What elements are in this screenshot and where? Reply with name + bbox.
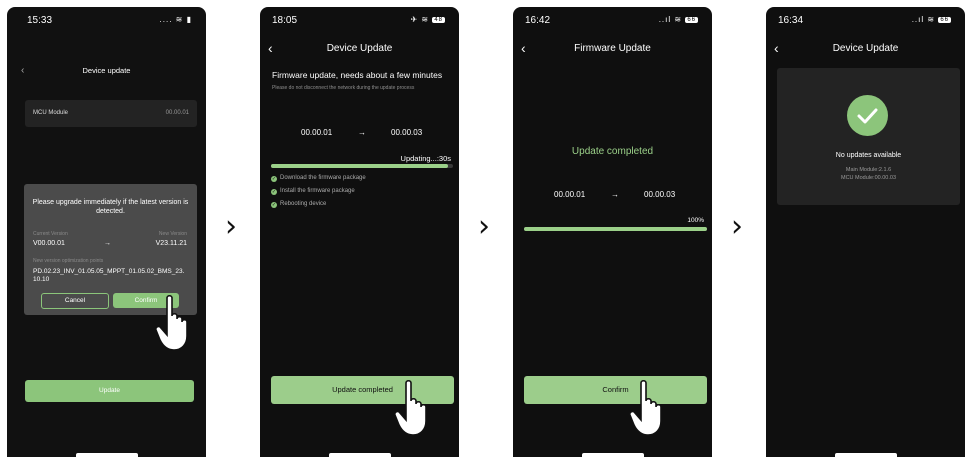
notes-label: New version optimization points xyxy=(33,258,104,264)
progress-bar xyxy=(271,164,453,168)
check-icon: ✓ xyxy=(271,202,277,208)
home-indicator xyxy=(75,453,138,457)
main-module-version: Main Module:2.1.6 xyxy=(845,167,892,173)
status-symbols: ..ıl ≋ xyxy=(658,15,683,24)
tap-hand-icon xyxy=(394,379,427,436)
status-time: 16:42 xyxy=(525,15,551,26)
check-icon: ✓ xyxy=(271,176,277,182)
cancel-button[interactable]: Cancel xyxy=(41,293,109,309)
mcu-module-label: MCU Module xyxy=(33,110,69,116)
chevron-right-icon: › xyxy=(225,209,237,244)
page-title: Firmware Update xyxy=(574,43,651,54)
check-circle-icon xyxy=(847,95,888,136)
version-arrow: → xyxy=(104,240,111,247)
home-indicator xyxy=(834,453,897,457)
progress-fill xyxy=(524,227,707,231)
home-indicator xyxy=(581,453,644,457)
progress-status: Updating...:30s xyxy=(400,154,451,163)
status-symbols: ✈ ≋ xyxy=(410,15,430,24)
progress-bar xyxy=(524,227,707,231)
home-indicator xyxy=(328,453,391,457)
status-icons: ..ıl ≋ 66 xyxy=(912,15,951,24)
to-version: 00.00.03 xyxy=(391,128,423,137)
status-icons: .... ≋ ▮ xyxy=(159,15,192,24)
screen-no-updates: 16:34 ..ıl ≋ 66 ‹ Device Update No updat… xyxy=(766,7,965,457)
progress-percent: 100% xyxy=(687,217,704,224)
mcu-module-row[interactable]: MCU Module 00.00.01 xyxy=(25,100,197,127)
mcu-module-version: 00.00.01 xyxy=(165,110,189,116)
update-status-card: No updates available Main Module:2.1.6 M… xyxy=(777,68,960,205)
dialog-title: Please upgrade immediately if the latest… xyxy=(32,199,189,215)
battery-icon: 66 xyxy=(685,17,698,23)
update-button[interactable]: Update xyxy=(25,380,194,402)
check-icon: ✓ xyxy=(271,189,277,195)
screen-update-completed: 16:42 ..ıl ≋ 66 ‹ Firmware Update Update… xyxy=(513,7,712,457)
status-symbols: ..ıl ≋ xyxy=(911,15,936,24)
version-arrow: → xyxy=(611,190,619,199)
update-completed-heading: Update completed xyxy=(571,146,654,157)
step-item: ✓ Download the firmware package xyxy=(271,175,366,182)
status-time: 18:05 xyxy=(272,15,298,26)
confirm-button[interactable]: Confirm xyxy=(524,376,707,404)
status-icons: ..ıl ≋ 66 xyxy=(659,15,698,24)
step-label: Download the firmware package xyxy=(280,175,366,181)
status-icons: ✈ ≋ 48 xyxy=(410,15,445,24)
status-time: 16:34 xyxy=(778,15,804,26)
firmware-subtext: Please do not disconnect the network dur… xyxy=(272,85,415,91)
battery-icon: 48 xyxy=(432,17,445,23)
step-label: Rebooting device xyxy=(280,201,327,207)
step-label: Install the firmware package xyxy=(280,188,355,194)
chevron-right-icon: › xyxy=(478,209,490,244)
current-version-label: Current Version xyxy=(33,231,68,237)
page-title: Device Update xyxy=(832,43,899,54)
battery-icon: 66 xyxy=(938,17,951,23)
new-version-label: New Version xyxy=(158,231,187,237)
step-item: ✓ Rebooting device xyxy=(271,201,326,208)
to-version: 00.00.03 xyxy=(644,190,676,199)
notes-text: PD.02.23_INV_01.05.05_MPPT_01.05.02_BMS_… xyxy=(33,268,185,283)
new-version-value: V23.11.21 xyxy=(155,240,187,247)
progress-fill xyxy=(271,164,448,168)
page-title: Device update xyxy=(82,66,131,75)
mcu-module-version: MCU Module:00.00.03 xyxy=(840,175,897,181)
tap-hand-icon xyxy=(155,294,188,351)
chevron-right-icon: › xyxy=(731,209,743,244)
from-version: 00.00.01 xyxy=(301,128,333,137)
no-updates-text: No updates available xyxy=(835,152,902,159)
tap-hand-icon xyxy=(629,379,662,436)
step-item: ✓ Install the firmware package xyxy=(271,188,355,195)
current-version-value: V00.00.01 xyxy=(33,240,65,247)
status-time: 15:33 xyxy=(27,15,53,26)
version-arrow: → xyxy=(358,128,366,137)
page-title: Device Update xyxy=(326,43,393,54)
screen-firmware-updating: 18:05 ✈ ≋ 48 ‹ Device Update Firmware up… xyxy=(260,7,459,457)
firmware-heading: Firmware update, needs about a few minut… xyxy=(272,70,443,80)
from-version: 00.00.01 xyxy=(554,190,586,199)
screen-device-update-prompt: 15:33 .... ≋ ▮ ‹ Device update MCU Modul… xyxy=(7,7,206,457)
